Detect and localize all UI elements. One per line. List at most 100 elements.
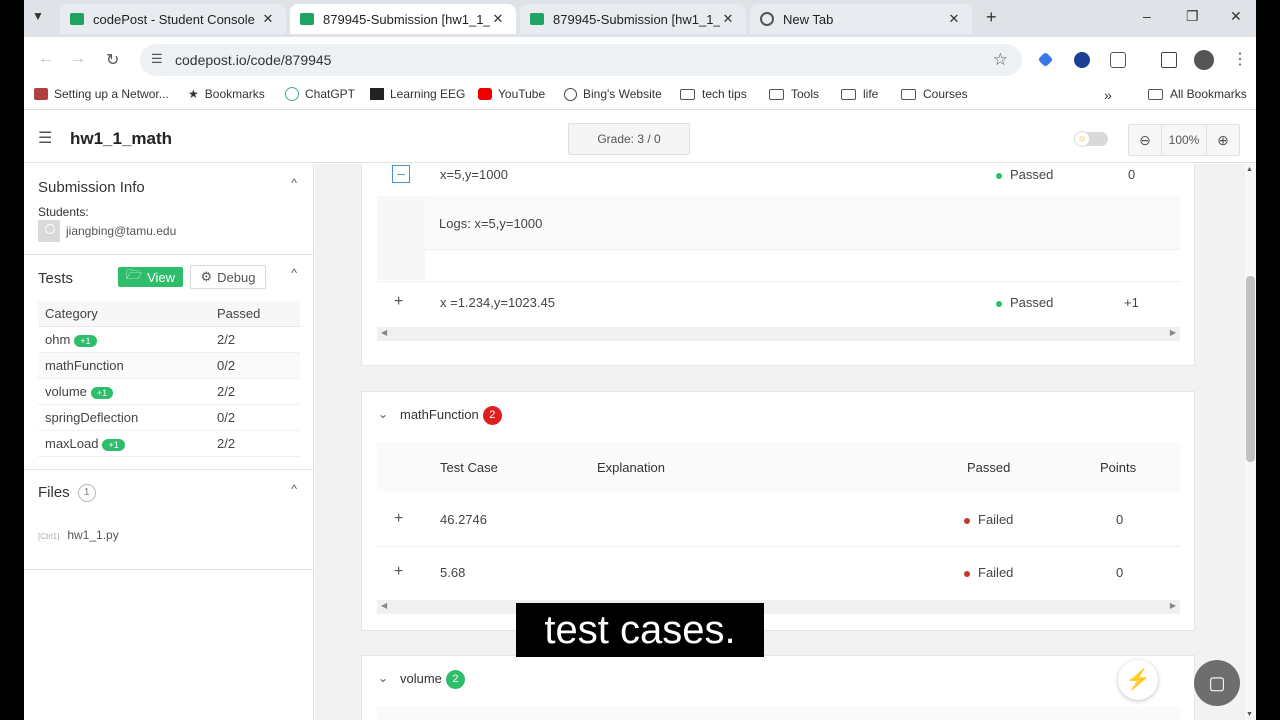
horizontal-scrollbar[interactable]: ◀ ▶ bbox=[377, 600, 1180, 614]
extension-icon[interactable] bbox=[1037, 51, 1054, 68]
collapse-chevron-icon[interactable]: ^ bbox=[291, 176, 297, 190]
bookmark-youtube[interactable]: YouTube bbox=[478, 87, 545, 101]
assignment-title: hw1_1_math bbox=[70, 129, 173, 148]
collapse-row-icon[interactable]: – bbox=[392, 165, 410, 183]
address-bar[interactable]: ☰ codepost.io/code/879945 ☆ bbox=[140, 44, 1022, 76]
profile-avatar[interactable] bbox=[1194, 50, 1214, 70]
scroll-left-icon[interactable]: ◀ bbox=[381, 601, 387, 610]
tab-submission-active[interactable]: 879945-Submission [hw1_1_ma ✕ bbox=[290, 4, 516, 34]
tab-student-console[interactable]: codePost - Student Console ✕ bbox=[60, 4, 286, 34]
group-title-row[interactable]: volume 2 bbox=[400, 670, 465, 689]
test-status: Passed bbox=[996, 295, 1053, 310]
group-chevron-down-icon[interactable]: ⌄ bbox=[378, 671, 388, 685]
forward-icon[interactable]: → bbox=[70, 50, 86, 68]
group-title: mathFunction bbox=[400, 406, 479, 422]
bookmark-folder-courses[interactable]: Courses bbox=[901, 87, 968, 101]
scroll-up-icon[interactable]: ▲ bbox=[1246, 166, 1253, 173]
debug-button[interactable]: ⚙ Debug bbox=[190, 265, 266, 289]
test-row-volume[interactable]: volume +1 2/2 bbox=[38, 379, 300, 405]
expand-row-icon[interactable]: + bbox=[394, 293, 403, 311]
group-title-row[interactable]: mathFunction 2 bbox=[400, 406, 502, 425]
hamburger-menu-icon[interactable]: ☰ bbox=[38, 128, 52, 148]
scroll-right-icon[interactable]: ▶ bbox=[1170, 601, 1176, 610]
category-name: ohm bbox=[45, 332, 71, 347]
bookmark-label: Learning EEG bbox=[390, 87, 466, 101]
collapse-chevron-icon[interactable]: ^ bbox=[291, 482, 297, 496]
group-chevron-down-icon[interactable]: ⌄ bbox=[378, 407, 388, 421]
extension-icon[interactable] bbox=[1074, 52, 1090, 68]
bookmark-folder-life[interactable]: life bbox=[841, 87, 878, 101]
col-points: Points bbox=[1100, 460, 1137, 475]
test-row-springdeflection[interactable]: springDeflection 0/2 bbox=[38, 405, 300, 431]
zoom-out-icon[interactable]: ⊖ bbox=[1129, 132, 1161, 149]
file-item[interactable]: [Ctrl1] hw1_1.py bbox=[38, 528, 119, 542]
tab-title: New Tab bbox=[783, 11, 834, 27]
category-name: volume bbox=[45, 384, 87, 399]
horizontal-scrollbar[interactable]: ◀ ▶ bbox=[377, 327, 1180, 341]
student-email: jiangbing@tamu.edu bbox=[66, 224, 177, 238]
tab-submission-2[interactable]: 879945-Submission [hw1_1_ma ✕ bbox=[520, 4, 746, 34]
bookmark-setting-up-network[interactable]: Setting up a Networ... bbox=[34, 87, 169, 101]
bookmark-bings-website[interactable]: Bing's Website bbox=[564, 87, 662, 101]
lightning-action-button[interactable]: ⚡ bbox=[1118, 660, 1158, 700]
scroll-down-icon[interactable]: ▼ bbox=[1246, 711, 1253, 718]
main-content: – x=5,y=1000 Passed 0 Logs: x=5,y=1000 +… bbox=[315, 164, 1256, 720]
status-dot bbox=[964, 570, 970, 577]
window-close-icon[interactable]: ✕ bbox=[1230, 8, 1242, 25]
restore-icon[interactable]: ❐ bbox=[1186, 8, 1199, 25]
grade-display: Grade: 3 / 0 bbox=[568, 123, 690, 155]
test-row-mathfunction[interactable]: mathFunction 0/2 bbox=[38, 353, 300, 379]
expand-row-icon[interactable]: + bbox=[394, 510, 403, 528]
tab-title: codePost - Student Console bbox=[93, 11, 255, 27]
status-text: Passed bbox=[1010, 167, 1054, 182]
theme-toggle[interactable]: ☼ bbox=[1074, 131, 1108, 147]
view-tests-button[interactable]: 🗁 View bbox=[118, 267, 183, 287]
back-icon[interactable]: ← bbox=[38, 50, 54, 68]
bookmark-star-icon[interactable]: ☆ bbox=[993, 50, 1008, 70]
close-tab-icon[interactable]: ✕ bbox=[260, 11, 276, 27]
bookmark-folder-tools[interactable]: Tools bbox=[769, 87, 819, 101]
extensions-puzzle-icon[interactable] bbox=[1110, 52, 1126, 68]
test-status: Passed bbox=[996, 167, 1053, 182]
test-status: Failed bbox=[964, 565, 1013, 580]
bookmark-label: Tools bbox=[791, 87, 820, 101]
zoom-in-icon[interactable]: ⊕ bbox=[1207, 132, 1239, 149]
collapse-chevron-icon[interactable]: ^ bbox=[291, 266, 297, 280]
site-info-icon[interactable]: ☰ bbox=[151, 51, 163, 67]
new-tab-plus-icon[interactable]: + bbox=[986, 7, 997, 28]
vertical-scrollbar[interactable]: ▲ ▼ bbox=[1245, 164, 1256, 720]
close-tab-icon[interactable]: ✕ bbox=[720, 11, 736, 27]
tab-search-icon[interactable]: ▼ bbox=[32, 9, 44, 23]
test-row-maxload[interactable]: maxLoad +1 2/2 bbox=[38, 431, 300, 457]
url-text[interactable]: codepost.io/code/879945 bbox=[175, 52, 331, 68]
bookmark-chatgpt[interactable]: ChatGPT bbox=[285, 87, 355, 101]
chat-support-button[interactable]: ▢ bbox=[1194, 660, 1240, 706]
globe-icon bbox=[564, 87, 577, 101]
group-title: volume bbox=[400, 670, 442, 686]
category-name: mathFunction bbox=[45, 358, 124, 373]
bookmark-learning-eeg[interactable]: Learning EEG bbox=[370, 87, 465, 101]
minimize-icon[interactable]: – bbox=[1143, 8, 1151, 24]
expand-row-icon[interactable]: + bbox=[394, 563, 403, 581]
close-tab-icon[interactable]: ✕ bbox=[490, 11, 506, 27]
reload-icon[interactable]: ↻ bbox=[106, 50, 119, 70]
more-bookmarks-chevron-icon[interactable]: » bbox=[1104, 87, 1112, 103]
category-name: maxLoad bbox=[45, 436, 99, 451]
menu-kebab-icon[interactable]: ⋮ bbox=[1232, 49, 1248, 69]
close-tab-icon[interactable]: ✕ bbox=[946, 11, 962, 27]
bookmark-folder-tech-tips[interactable]: tech tips bbox=[680, 87, 747, 101]
chat-icon: ▢ bbox=[1208, 673, 1226, 693]
mathfunction-test-card: ⌄ mathFunction 2 Test Case Explanation Pa… bbox=[361, 391, 1195, 631]
tab-new-tab[interactable]: New Tab ✕ bbox=[750, 4, 972, 34]
scroll-right-icon[interactable]: ▶ bbox=[1170, 328, 1176, 337]
row-divider bbox=[377, 546, 1180, 547]
codepost-favicon-icon bbox=[530, 13, 544, 25]
scroll-left-icon[interactable]: ◀ bbox=[381, 328, 387, 337]
test-row-ohm[interactable]: ohm +1 2/2 bbox=[38, 327, 300, 353]
bookmark-label: YouTube bbox=[498, 87, 546, 101]
bookmark-bookmarks[interactable]: ★ Bookmarks bbox=[188, 87, 265, 101]
bookmark-label: All Bookmarks bbox=[1170, 87, 1247, 101]
side-panel-icon[interactable] bbox=[1161, 52, 1177, 68]
all-bookmarks[interactable]: All Bookmarks bbox=[1148, 87, 1247, 101]
scrollbar-thumb[interactable] bbox=[1246, 276, 1255, 462]
